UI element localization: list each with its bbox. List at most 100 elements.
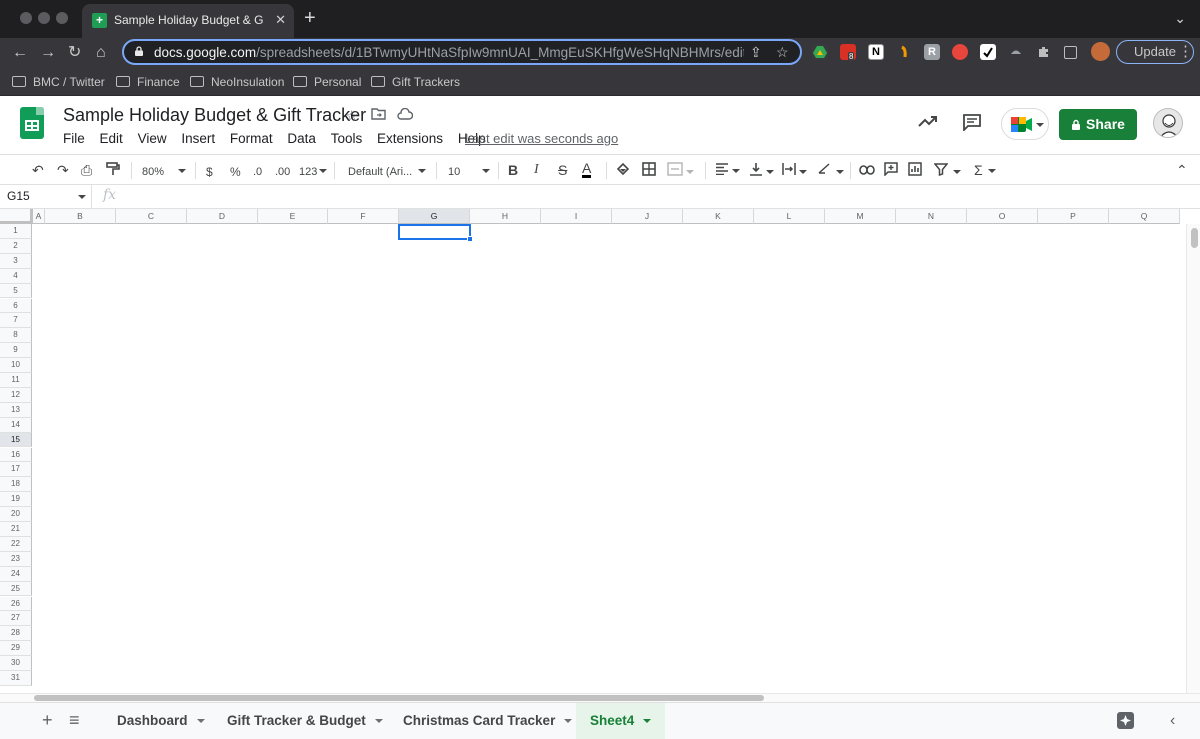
column-header[interactable]: H	[470, 209, 541, 224]
merge-cells-icon[interactable]	[667, 162, 694, 179]
insert-link-icon[interactable]	[859, 162, 875, 178]
row-header[interactable]: 31	[0, 671, 32, 686]
row-header[interactable]: 6	[0, 298, 32, 314]
explore-icon[interactable]	[1117, 712, 1134, 729]
meet-button[interactable]	[1001, 108, 1049, 140]
profile-avatar[interactable]	[1091, 42, 1110, 61]
sheet-tab-sheet4[interactable]: Sheet4	[576, 703, 666, 739]
font-family-select[interactable]: Default (Ari...	[348, 164, 427, 180]
sheets-logo-icon[interactable]	[20, 107, 44, 139]
italic-button[interactable]: I	[534, 162, 539, 178]
side-panel-icon[interactable]	[1064, 46, 1077, 59]
column-header[interactable]: L	[754, 209, 825, 224]
browser-menu-icon[interactable]: ⋮	[1178, 42, 1193, 62]
menu-view[interactable]: View	[138, 131, 167, 146]
row-header[interactable]: 18	[0, 477, 32, 493]
menu-data[interactable]: Data	[287, 131, 316, 146]
column-header[interactable]: J	[612, 209, 683, 224]
redo-icon[interactable]: ↷	[57, 162, 69, 178]
name-box[interactable]: G15	[0, 185, 92, 208]
tab-close-icon[interactable]: ✕	[275, 12, 286, 28]
strikethrough-button[interactable]: S	[558, 162, 567, 178]
document-title[interactable]: Sample Holiday Budget & Gift Tracker	[63, 105, 366, 126]
vertical-scrollbar[interactable]	[1186, 224, 1200, 693]
row-header[interactable]: 10	[0, 358, 32, 373]
column-header[interactable]: K	[683, 209, 754, 224]
google-drive-extension-icon[interactable]	[812, 44, 828, 60]
row-header[interactable]: 4	[0, 268, 32, 284]
bookmark-folder[interactable]: Gift Trackers	[371, 73, 460, 91]
sheet-tab-christmas-card-tracker[interactable]: Christmas Card Tracker	[393, 703, 582, 739]
move-folder-icon[interactable]	[371, 107, 386, 124]
row-header[interactable]: 7	[0, 313, 32, 329]
row-header[interactable]: 14	[0, 417, 32, 433]
paint-format-icon[interactable]	[106, 162, 120, 179]
window-close-dot[interactable]	[20, 12, 32, 24]
selected-cell[interactable]	[398, 224, 471, 240]
new-tab-button[interactable]: +	[304, 8, 316, 28]
column-header[interactable]: N	[896, 209, 967, 224]
row-header[interactable]: 3	[0, 253, 32, 269]
menu-format[interactable]: Format	[230, 131, 273, 146]
more-formats-button[interactable]: 123	[299, 164, 328, 180]
filter-icon[interactable]	[933, 162, 961, 179]
row-header[interactable]: 29	[0, 641, 32, 657]
formula-input[interactable]	[130, 189, 1190, 205]
insert-chart-icon[interactable]	[908, 162, 922, 179]
comments-icon[interactable]	[962, 113, 982, 136]
column-header[interactable]: P	[1038, 209, 1109, 224]
functions-sigma-icon[interactable]: Σ	[974, 162, 996, 178]
column-header[interactable]: G	[399, 209, 470, 224]
share-button[interactable]: Share	[1059, 109, 1137, 140]
menu-insert[interactable]: Insert	[181, 131, 215, 146]
row-header[interactable]: 17	[0, 462, 32, 478]
sheet-tab-gift-tracker[interactable]: Gift Tracker & Budget	[217, 703, 393, 739]
bookmark-folder[interactable]: BMC / Twitter	[12, 73, 105, 91]
row-header[interactable]: 19	[0, 492, 32, 508]
bookmark-star-icon[interactable]: ☆	[776, 44, 789, 61]
row-header[interactable]: 24	[0, 566, 32, 582]
cloud-status-icon[interactable]	[397, 107, 414, 124]
percent-format-button[interactable]: %	[230, 164, 241, 180]
menu-edit[interactable]: Edit	[100, 131, 123, 146]
column-header[interactable]: Q	[1109, 209, 1180, 224]
vertical-align-icon[interactable]	[749, 162, 774, 179]
insert-comment-icon[interactable]	[884, 162, 898, 179]
row-header[interactable]: 26	[0, 596, 32, 612]
home-icon[interactable]: ⌂	[96, 43, 106, 63]
extensions-puzzle-icon[interactable]	[1036, 44, 1052, 60]
row-header[interactable]: 22	[0, 536, 32, 552]
fill-handle[interactable]	[467, 236, 473, 242]
row-header[interactable]: 25	[0, 581, 32, 597]
window-zoom-dot[interactable]	[56, 12, 68, 24]
column-header[interactable]: O	[967, 209, 1038, 224]
last-edit-link[interactable]: Last edit was seconds ago	[465, 131, 618, 146]
horizontal-scroll-thumb[interactable]	[34, 695, 764, 701]
row-header[interactable]: 28	[0, 626, 32, 642]
horizontal-scrollbar[interactable]	[0, 693, 1200, 702]
notion-extension-icon[interactable]: N	[868, 44, 884, 60]
row-header[interactable]: 12	[0, 387, 32, 403]
row-header[interactable]: 1	[0, 224, 32, 239]
row-header[interactable]: 23	[0, 551, 32, 567]
row-header[interactable]: 20	[0, 507, 32, 522]
column-header[interactable]: D	[187, 209, 258, 224]
address-bar[interactable]: docs.google.com/spreadsheets/d/1BTwmyUHt…	[122, 39, 802, 65]
todo-extension-icon[interactable]	[980, 44, 996, 60]
column-header[interactable]: M	[825, 209, 896, 224]
column-header[interactable]: E	[258, 209, 328, 224]
print-icon[interactable]: ⎙	[81, 162, 92, 178]
share-page-icon[interactable]: ⇪	[750, 44, 762, 61]
sheet-tab-dashboard[interactable]: Dashboard	[107, 703, 215, 739]
account-avatar[interactable]	[1153, 108, 1183, 138]
bookmark-folder[interactable]: Personal	[293, 73, 361, 91]
select-all-corner[interactable]	[0, 209, 33, 224]
row-header[interactable]: 8	[0, 328, 32, 344]
spreadsheet-grid[interactable]: ABCDEFGHIJKLMNOPQ 1 2 3 4 5 6 7 8 9 10 11 12 13 14 15 1…	[0, 209, 1200, 693]
dark-mode-extension-icon[interactable]	[1008, 44, 1024, 60]
row-header[interactable]: 5	[0, 283, 32, 299]
row-header[interactable]: 30	[0, 656, 32, 671]
collapse-toolbar-chevron-icon[interactable]: ⌃	[1176, 162, 1188, 178]
fill-color-icon[interactable]	[616, 162, 630, 179]
add-sheet-button[interactable]: +	[42, 711, 53, 729]
